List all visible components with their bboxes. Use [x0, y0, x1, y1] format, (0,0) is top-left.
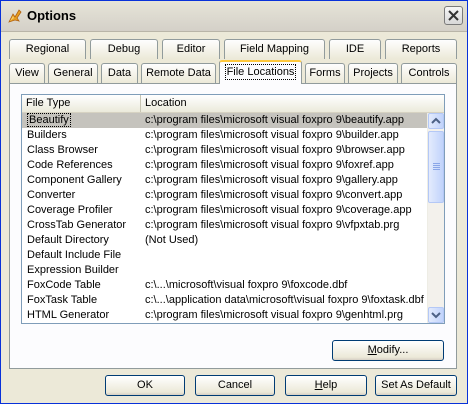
list-item[interactable]: CrossTab Generator c:\program files\micro… [22, 218, 428, 233]
file-type-cell: Class Browser [27, 144, 98, 156]
location-cell: c:\program files\microsoft visual foxpro… [145, 174, 398, 186]
list-header: File Type Location [22, 95, 444, 113]
location-cell: c:\program files\microsoft visual foxpro… [145, 144, 405, 156]
location-cell: c:\...\microsoft\visual foxpro 9\foxcode… [145, 279, 348, 291]
scroll-thumb[interactable] [428, 131, 444, 203]
column-header-location[interactable]: Location [141, 95, 444, 112]
list-item[interactable]: HTML Generator c:\program files\microsoft… [22, 308, 428, 323]
file-type-cell: Component Gallery [27, 174, 122, 186]
file-locations-panel: File Type Location Beautify c:\program fi… [9, 83, 457, 369]
list-item[interactable]: Converter c:\program files\microsoft visu… [22, 188, 428, 203]
modify-button[interactable]: Modify... [332, 340, 444, 361]
tab-forms[interactable]: Forms [305, 63, 345, 83]
file-type-cell: Converter [27, 189, 76, 201]
list-item[interactable]: Component Gallery c:\program files\micros… [22, 173, 428, 188]
tab-controls[interactable]: Controls [401, 63, 457, 83]
tab-remote-data[interactable]: Remote Data [141, 63, 216, 83]
close-button[interactable] [444, 6, 463, 25]
tab-data[interactable]: Data [101, 63, 138, 83]
tab-ide[interactable]: IDE [329, 39, 381, 59]
foxpro-icon [8, 9, 22, 23]
location-cell: (Not Used) [145, 234, 199, 246]
list-item[interactable]: FoxCode Table c:\...\microsoft\visual fox… [22, 278, 428, 293]
list-item[interactable]: Beautify c:\program files\microsoft visua… [22, 113, 428, 128]
tab-field-mapping[interactable]: Field Mapping [224, 39, 325, 59]
location-cell: c:\program files\microsoft visual foxpro… [145, 189, 403, 201]
list-item[interactable]: Default Include File [22, 248, 428, 263]
close-icon [448, 10, 459, 21]
file-locations-list[interactable]: File Type Location Beautify c:\program fi… [21, 94, 445, 324]
list-item[interactable]: FoxTask Table c:\...\application data\mic… [22, 293, 428, 308]
file-type-cell: FoxTask Table [27, 294, 98, 306]
file-type-cell: Coverage Profiler [27, 204, 113, 216]
tab-general[interactable]: General [48, 63, 98, 83]
file-type-cell: Default Include File [27, 249, 122, 261]
tab-reports[interactable]: Reports [385, 39, 457, 59]
window-title: Options [27, 8, 77, 23]
file-type-cell: Builders [27, 129, 67, 141]
list-item[interactable]: Default Directory (Not Used) [22, 233, 428, 248]
tab-projects[interactable]: Projects [348, 63, 398, 83]
chevron-up-icon [431, 117, 441, 124]
title-bar[interactable]: Options [1, 1, 467, 32]
tab-debug[interactable]: Debug [90, 39, 158, 59]
location-cell: c:\program files\microsoft visual foxpro… [145, 114, 405, 126]
scroll-down-button[interactable] [428, 307, 444, 323]
tab-view[interactable]: View [9, 63, 45, 83]
location-cell: c:\...\application data\microsoft\visual… [145, 294, 424, 306]
help-button[interactable]: Help [285, 375, 367, 396]
file-type-cell: CrossTab Generator [27, 219, 127, 231]
file-type-cell: Expression Builder [27, 264, 119, 276]
tab-editor[interactable]: Editor [162, 39, 220, 59]
options-dialog: Options Regional Debug Editor Field Mapp… [0, 0, 468, 404]
location-cell: c:\program files\microsoft visual foxpro… [145, 219, 400, 231]
list-rows: Beautify c:\program files\microsoft visua… [22, 113, 428, 323]
scroll-up-button[interactable] [428, 113, 444, 129]
location-cell: c:\program files\microsoft visual foxpro… [145, 129, 399, 141]
list-item[interactable]: Code References c:\program files\microsof… [22, 158, 428, 173]
list-item[interactable]: Builders c:\program files\microsoft visua… [22, 128, 428, 143]
file-type-cell: HTML Generator [27, 309, 110, 321]
chevron-down-icon [431, 312, 441, 319]
file-type-cell: Beautify [27, 113, 71, 127]
column-header-file-type[interactable]: File Type [22, 95, 141, 112]
tab-regional[interactable]: Regional [9, 39, 86, 59]
file-type-cell: Code References [27, 159, 113, 171]
location-cell: c:\program files\microsoft visual foxpro… [145, 159, 394, 171]
cancel-button[interactable]: Cancel [195, 375, 275, 396]
list-item[interactable]: Class Browser c:\program files\microsoft … [22, 143, 428, 158]
ok-button[interactable]: OK [105, 375, 185, 396]
set-as-default-button[interactable]: Set As Default [375, 375, 457, 396]
list-item[interactable]: Expression Builder [22, 263, 428, 278]
file-type-cell: FoxCode Table [27, 279, 101, 291]
vertical-scrollbar[interactable] [427, 113, 444, 323]
location-cell: c:\program files\microsoft visual foxpro… [145, 204, 412, 216]
tab-file-locations[interactable]: File Locations [219, 60, 302, 84]
file-type-cell: Default Directory [27, 234, 109, 246]
list-item[interactable]: Coverage Profiler c:\program files\micros… [22, 203, 428, 218]
location-cell: c:\program files\microsoft visual foxpro… [145, 309, 403, 321]
